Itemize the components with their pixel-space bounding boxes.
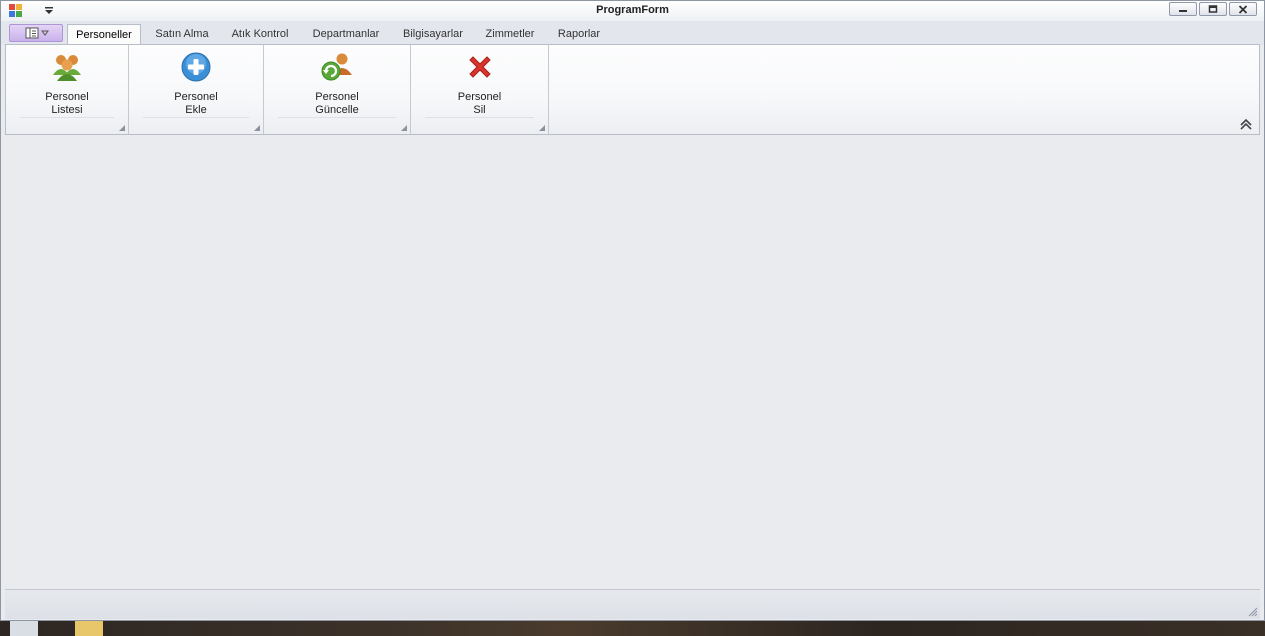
application-menu-button[interactable]: [9, 24, 63, 42]
personel-ekle-label-1: Personel: [174, 91, 218, 103]
users-group-icon: [53, 55, 81, 81]
group-divider: [278, 117, 396, 118]
group-launcher-icon[interactable]: [254, 125, 260, 131]
personel-guncelle-button[interactable]: Personel Güncelle: [302, 51, 372, 117]
tab-personeller[interactable]: Personeller: [67, 24, 141, 45]
resize-grip-icon[interactable]: [1246, 605, 1258, 617]
close-icon: [1238, 4, 1248, 14]
tab-bilgisayarlar[interactable]: Bilgisayarlar: [394, 24, 472, 45]
status-bar: [5, 589, 1260, 619]
taskbar-folder-icon[interactable]: [75, 621, 103, 636]
main-content-area: [5, 136, 1260, 588]
personel-listesi-label-1: Personel: [45, 91, 89, 103]
window-title: ProgramForm: [596, 4, 669, 16]
group-divider: [425, 117, 534, 118]
personel-sil-label-1: Personel: [457, 91, 502, 103]
ribbon-group-personel-listesi: Personel Listesi: [6, 45, 129, 134]
tab-atik-kontrol[interactable]: Atık Kontrol: [223, 24, 297, 45]
ribbon-panel: Personel Listesi Personel Ekle Personel …: [5, 44, 1260, 135]
personel-sil-label-2: Sil: [473, 104, 486, 116]
tab-satin-alma[interactable]: Satın Alma: [146, 24, 218, 45]
group-divider: [143, 117, 249, 118]
tab-raporlar[interactable]: Raporlar: [549, 24, 609, 45]
personel-ekle-label-2: Ekle: [185, 104, 207, 116]
personel-guncelle-label-2: Güncelle: [315, 104, 359, 116]
taskbar-app-icon[interactable]: [10, 621, 38, 636]
ribbon-collapse-icon[interactable]: [1239, 118, 1253, 130]
desktop-taskbar-strip: [0, 621, 1265, 636]
maximize-icon: [1208, 5, 1218, 13]
user-refresh-icon: [321, 53, 352, 81]
title-bar[interactable]: ProgramForm: [1, 1, 1264, 21]
personel-listesi-label-2: Listesi: [51, 104, 83, 116]
personel-listesi-button[interactable]: Personel Listesi: [32, 51, 102, 117]
tab-zimmetler[interactable]: Zimmetler: [478, 24, 542, 45]
ribbon-group-personel-guncelle: Personel Güncelle: [264, 45, 411, 134]
app-menu-icon: [25, 27, 49, 39]
group-launcher-icon[interactable]: [401, 125, 407, 131]
ribbon-group-personel-sil: Personel Sil: [411, 45, 549, 134]
add-circle-icon: [181, 52, 211, 82]
personel-sil-button[interactable]: Personel Sil: [445, 51, 515, 117]
maximize-button[interactable]: [1199, 2, 1227, 16]
group-launcher-icon[interactable]: [539, 125, 545, 131]
minimize-button[interactable]: [1169, 2, 1197, 16]
personel-guncelle-label-1: Personel: [315, 91, 359, 103]
minimize-icon: [1179, 10, 1187, 12]
group-launcher-icon[interactable]: [119, 125, 125, 131]
program-window: ProgramForm Personeller Satın Alma Atık …: [0, 0, 1265, 621]
ribbon-group-personel-ekle: Personel Ekle: [129, 45, 264, 134]
personel-ekle-button[interactable]: Personel Ekle: [161, 51, 231, 117]
tab-departmanlar[interactable]: Departmanlar: [303, 24, 389, 45]
ribbon-tab-row: Personeller Satın Alma Atık Kontrol Depa…: [1, 21, 1264, 45]
group-divider: [20, 117, 114, 118]
close-button[interactable]: [1229, 2, 1257, 16]
delete-x-icon: [468, 56, 491, 78]
